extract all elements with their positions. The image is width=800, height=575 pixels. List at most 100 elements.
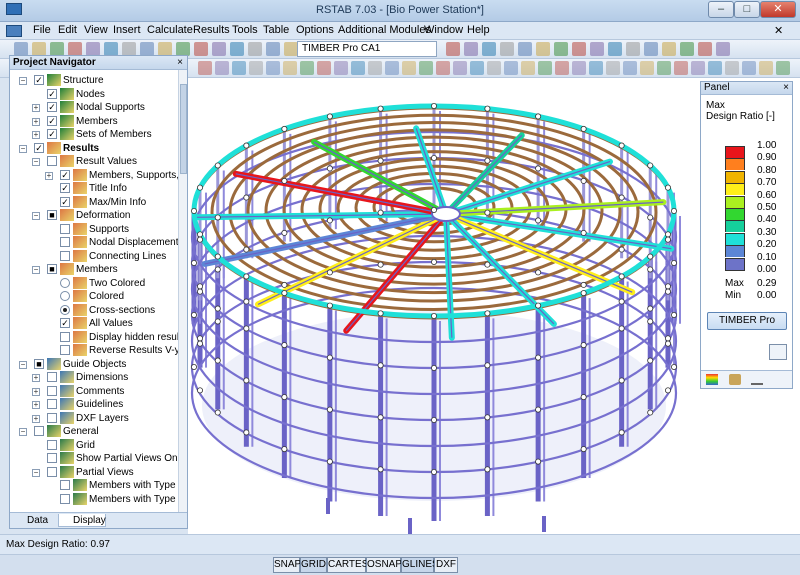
- tree-item[interactable]: Display hidden result: [10, 330, 180, 344]
- checkbox[interactable]: ✓: [47, 129, 57, 139]
- collapse-icon[interactable]: −: [32, 212, 40, 220]
- tree-item[interactable]: − ■ Guide Objects: [10, 357, 180, 371]
- checkbox[interactable]: [60, 480, 70, 490]
- factors-icon[interactable]: [729, 374, 741, 385]
- tree-item[interactable]: Grid: [10, 438, 180, 452]
- toolbar-result-icon[interactable]: [776, 61, 790, 75]
- checkbox[interactable]: ✓: [60, 183, 70, 193]
- checkbox[interactable]: [60, 237, 70, 247]
- toolbar-result-icon[interactable]: [742, 61, 756, 75]
- expand-icon[interactable]: +: [32, 374, 40, 382]
- toolbar-result-icon[interactable]: [521, 61, 535, 75]
- toolbar-tool-icon[interactable]: [140, 42, 154, 56]
- checkbox[interactable]: [60, 493, 70, 504]
- checkbox[interactable]: ✓: [34, 75, 44, 85]
- tree-item[interactable]: − ■ Deformation: [10, 209, 180, 222]
- expand-icon[interactable]: +: [32, 401, 40, 409]
- tree-item[interactable]: ✓ Nodes: [10, 87, 180, 101]
- toolbar-tool-icon[interactable]: [572, 42, 586, 56]
- menu-edit[interactable]: Edit: [58, 24, 77, 36]
- toolbar-result-icon[interactable]: [283, 61, 297, 75]
- tree-item[interactable]: ✓ All Values: [10, 317, 180, 330]
- radio-button[interactable]: [60, 291, 70, 301]
- toolbar-tool-icon[interactable]: [50, 42, 64, 56]
- toolbar-result-icon[interactable]: [317, 61, 331, 75]
- toolbar-tool-icon[interactable]: [482, 42, 496, 56]
- menu-results[interactable]: Results: [193, 24, 230, 36]
- document-icon[interactable]: [6, 25, 22, 37]
- tree-item[interactable]: Members with Type 'T: [10, 492, 180, 506]
- toolbar-tool-icon[interactable]: [32, 42, 46, 56]
- navigator-scrollbar[interactable]: [178, 70, 187, 513]
- toolbar-tool-icon[interactable]: [266, 42, 280, 56]
- checkbox[interactable]: ✓: [47, 115, 57, 126]
- tree-item[interactable]: − General: [10, 425, 180, 438]
- toolbar-tool-icon[interactable]: [608, 42, 622, 56]
- toolbar-tool-icon[interactable]: [284, 42, 298, 56]
- tree-item[interactable]: ✓ Max/Min Info: [10, 195, 180, 209]
- toolbar-result-icon[interactable]: [402, 61, 416, 75]
- toolbar-result-icon[interactable]: [470, 61, 484, 75]
- toolbar-result-icon[interactable]: [232, 61, 246, 75]
- toolbar-result-icon[interactable]: [266, 61, 280, 75]
- toolbar-tool-icon[interactable]: [590, 42, 604, 56]
- expand-icon[interactable]: +: [32, 117, 40, 126]
- checkbox[interactable]: [47, 466, 57, 477]
- checkbox[interactable]: ✓: [60, 196, 70, 207]
- toolbar-result-icon[interactable]: [589, 61, 603, 75]
- collapse-icon[interactable]: −: [32, 266, 40, 274]
- color-scale-icon[interactable]: [706, 374, 718, 385]
- toolbar-tool-icon[interactable]: [500, 42, 514, 56]
- checkbox[interactable]: [47, 372, 57, 382]
- collapse-icon[interactable]: −: [32, 158, 40, 166]
- toolbar-tool-icon[interactable]: [518, 42, 532, 56]
- radio-button[interactable]: [60, 304, 70, 315]
- menu-options[interactable]: Options: [296, 24, 334, 36]
- toolbar-tool-icon[interactable]: [248, 42, 262, 56]
- toolbar-result-icon[interactable]: [538, 61, 552, 75]
- scroll-thumb[interactable]: [180, 84, 187, 174]
- zoom-legend-icon[interactable]: [769, 344, 787, 360]
- menu-window[interactable]: Window: [424, 24, 463, 36]
- checkbox[interactable]: ✓: [60, 169, 70, 180]
- tree-item[interactable]: ✓ Title Info: [10, 182, 180, 195]
- checkbox[interactable]: [60, 331, 70, 342]
- toolbar-result-icon[interactable]: [708, 61, 722, 75]
- toolbar-tool-icon[interactable]: [122, 42, 136, 56]
- checkbox[interactable]: [60, 223, 70, 234]
- checkbox[interactable]: ■: [47, 264, 57, 274]
- toolbar-result-icon[interactable]: [198, 61, 212, 75]
- tree-item[interactable]: Cross-sections: [10, 303, 180, 317]
- tree-item[interactable]: Nodal Displacements: [10, 236, 180, 249]
- tree-item[interactable]: − Partial Views: [10, 465, 180, 479]
- toolbar-result-icon[interactable]: [640, 61, 654, 75]
- checkbox[interactable]: ✓: [47, 88, 57, 99]
- tree-item[interactable]: Reverse Results V-y ar: [10, 344, 180, 357]
- tree-item[interactable]: + ✓ Sets of Members: [10, 128, 180, 141]
- checkbox[interactable]: ✓: [47, 102, 57, 112]
- checkbox[interactable]: [47, 399, 57, 409]
- grid-toggle[interactable]: GRID: [300, 557, 327, 573]
- toolbar-result-icon[interactable]: [334, 61, 348, 75]
- tree-item[interactable]: + DXF Layers: [10, 411, 180, 425]
- mdi-close-icon[interactable]: ✕: [774, 24, 783, 37]
- snap-toggle[interactable]: SNAP: [273, 557, 301, 573]
- toolbar-tool-icon[interactable]: [14, 42, 28, 56]
- checkbox[interactable]: ■: [34, 358, 44, 369]
- timber-pro-button[interactable]: TIMBER Pro: [707, 312, 787, 330]
- tree-item[interactable]: + Guidelines: [10, 398, 180, 411]
- toolbar-tool-icon[interactable]: [86, 42, 100, 56]
- checkbox[interactable]: ■: [47, 210, 57, 220]
- toolbar-result-icon[interactable]: [759, 61, 773, 75]
- checkbox[interactable]: [47, 453, 57, 463]
- maximize-button[interactable]: □: [734, 1, 760, 18]
- toolbar-result-icon[interactable]: [368, 61, 382, 75]
- menu-view[interactable]: View: [84, 24, 108, 36]
- toolbar-result-icon[interactable]: [623, 61, 637, 75]
- expand-icon[interactable]: +: [32, 104, 40, 112]
- toolbar-result-icon[interactable]: [504, 61, 518, 75]
- tab-data[interactable]: Data: [13, 514, 48, 527]
- toolbar-tool-icon[interactable]: [644, 42, 658, 56]
- tree-item[interactable]: − ✓ Results: [10, 141, 180, 155]
- expand-icon[interactable]: +: [32, 387, 40, 396]
